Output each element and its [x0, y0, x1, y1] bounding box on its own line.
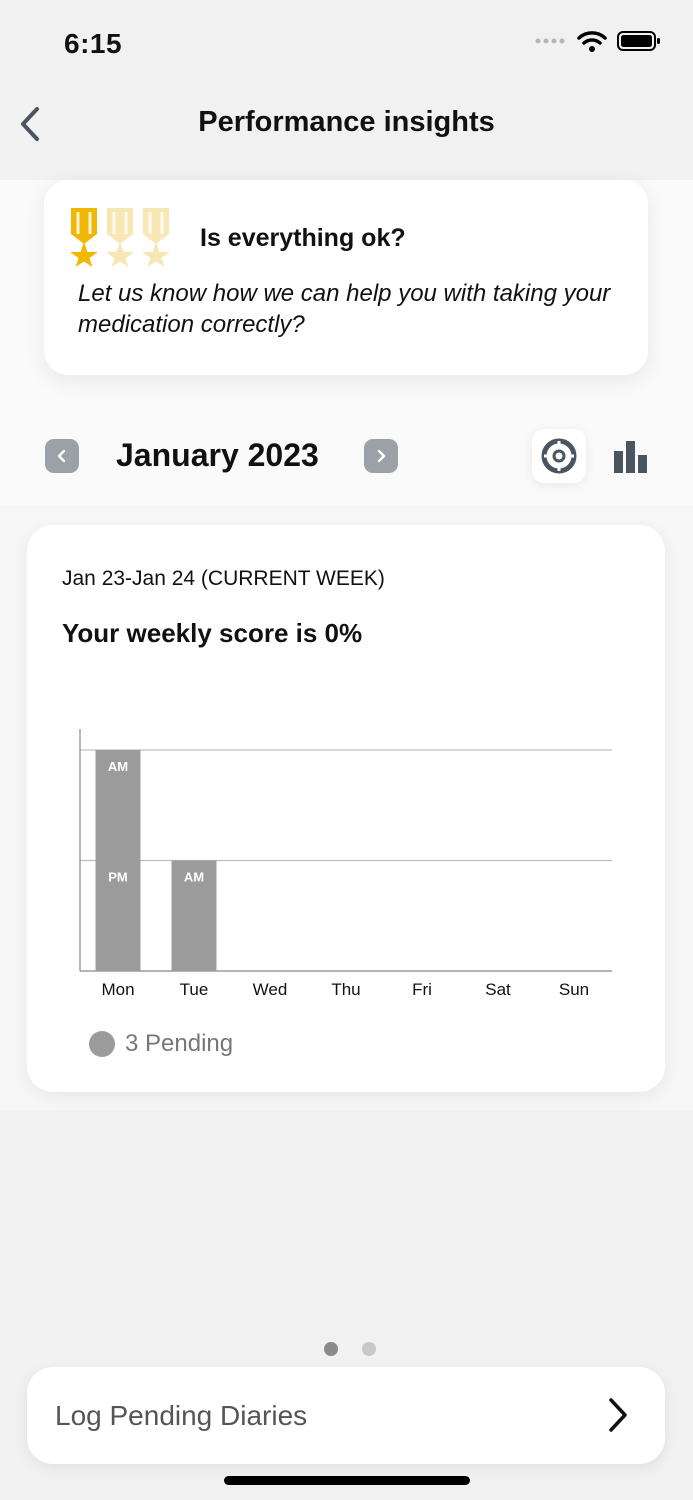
weekly-score-card: Jan 23-Jan 24 (CURRENT WEEK) Your weekly…	[27, 525, 665, 1092]
chevron-left-icon	[57, 449, 66, 463]
chevron-right-icon	[377, 449, 386, 463]
chart-legend: 3 Pending	[89, 1030, 233, 1058]
chart-x-tick-label: Sun	[559, 980, 589, 999]
page-title: Performance insights	[198, 106, 495, 138]
log-pending-diaries-label: Log Pending Diaries	[55, 1400, 308, 1431]
chart-x-tick-label: Tue	[180, 980, 209, 999]
legend-pending-label: 3 Pending	[125, 1030, 234, 1057]
log-pending-diaries-button[interactable]: Log Pending Diaries	[27, 1367, 665, 1464]
help-card[interactable]: Is everything ok? Let us know how we can…	[44, 180, 648, 375]
chart-bar-label: AM	[184, 870, 204, 885]
status-bar: 6:15	[0, 0, 693, 90]
donut-chart-icon	[541, 438, 577, 474]
weekly-dose-chart: PM AM Mon AM Tue Wed Thu Fri Sat Sun	[79, 729, 612, 999]
chevron-right-icon	[609, 1398, 627, 1432]
previous-month-button[interactable]	[45, 439, 79, 473]
page-indicator	[324, 1342, 376, 1356]
next-month-button[interactable]	[364, 439, 398, 473]
donut-view-toggle[interactable]	[532, 429, 586, 483]
wifi-icon	[577, 31, 607, 52]
bar-view-toggle[interactable]	[606, 431, 656, 481]
nav-bar: Performance insights	[0, 90, 693, 180]
signal-dots-icon	[535, 38, 565, 44]
month-label: January 2023	[116, 437, 319, 473]
status-icons	[535, 30, 661, 52]
medal-icon-locked	[106, 208, 134, 267]
chart-x-tick-label: Thu	[331, 980, 360, 999]
battery-icon	[617, 31, 660, 51]
page-dot[interactable]	[324, 1342, 338, 1356]
chart-bar-label: PM	[108, 870, 128, 885]
chart-x-tick-label: Mon	[101, 980, 134, 999]
home-indicator	[224, 1476, 470, 1485]
status-time: 6:15	[64, 28, 123, 59]
medal-row	[68, 206, 172, 268]
chart-x-tick-label: Wed	[253, 980, 288, 999]
page-dot[interactable]	[362, 1342, 376, 1356]
help-card-body: Let us know how we can help you with tak…	[78, 280, 611, 338]
help-card-title: Is everything ok?	[200, 224, 406, 252]
chart-x-tick-label: Fri	[412, 980, 432, 999]
month-selector: January 2023	[0, 420, 693, 492]
legend-pending-swatch	[89, 1031, 115, 1057]
medal-icon-locked	[142, 208, 170, 267]
chart-bar-label: AM	[108, 759, 128, 774]
medal-icon-earned	[70, 208, 98, 267]
chart-x-tick-label: Sat	[485, 980, 511, 999]
bar-chart-icon	[614, 441, 647, 473]
